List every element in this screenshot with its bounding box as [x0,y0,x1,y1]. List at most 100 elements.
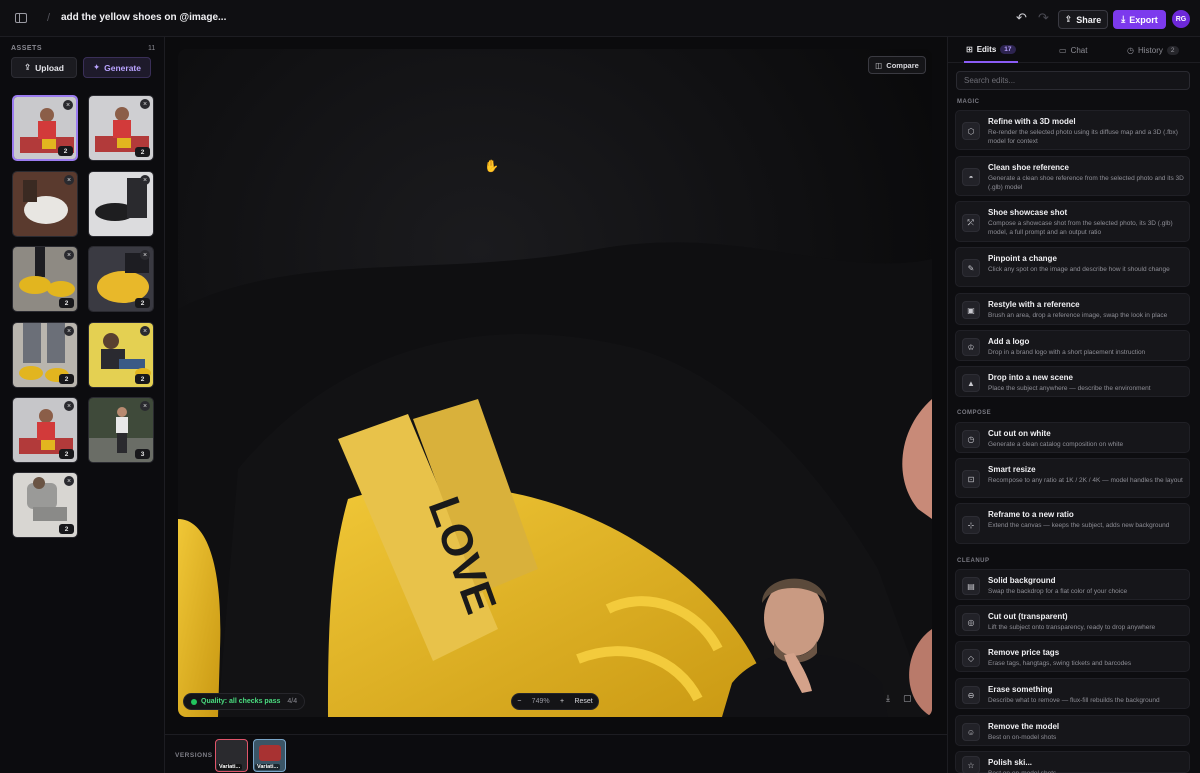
variant-count-badge: 2 [135,374,150,384]
share-button[interactable]: ⇪ Share [1058,10,1108,29]
remove-asset-icon[interactable]: × [140,401,150,411]
breadcrumb-separator: / [47,12,51,24]
edit-card[interactable]: ☆ Polish ski... Best on on-model shots [955,751,1190,773]
asset-thumbnail[interactable]: × 2 [88,95,154,161]
mountain-icon: ▲ [962,374,980,392]
quality-indicator[interactable]: Quality: all checks pass 4/4 [183,693,305,710]
version-label: Variati... [217,764,243,770]
assets-count: 11 [148,45,156,52]
generate-button[interactable]: ✦ Generate [83,57,151,78]
zoom-in-icon[interactable]: + [560,698,564,705]
edit-title: Solid background [988,576,1056,585]
edit-card[interactable]: ⊹ Reframe to a new ratio Extend the canvas… [955,503,1190,544]
edit-card[interactable]: ◓ Clean shoe reference Generate a clean sh… [955,156,1190,196]
logo-icon: ♔ [962,338,980,356]
asset-thumbnail[interactable]: × 2 [12,246,78,312]
tab-label: Chat [1070,45,1088,55]
background-icon: ▤ [962,577,980,595]
reset-zoom-button[interactable]: Reset [574,698,592,705]
asset-thumbnail[interactable]: × 2 [12,322,78,388]
upload-button[interactable]: ⇪ Upload [11,57,77,78]
versions-strip: VERSIONS Variati... Variati... [165,734,947,773]
resize-icon: ⊡ [962,470,980,488]
variant-count-badge: 2 [59,524,74,534]
edit-title: Polish ski... [988,758,1033,767]
edit-description: Extend the canvas — keeps the subject, a… [988,522,1170,529]
variant-count-badge: 2 [135,147,150,157]
edit-description: Re-render the selected photo using its d… [988,129,1178,145]
document-title[interactable]: add the yellow shoes on @image... [61,12,226,23]
edit-title: Cut out on white [988,429,1051,438]
export-button[interactable]: ⤓ Export [1113,10,1166,29]
edit-card[interactable]: ◷ Cut out on white Generate a clean catalo… [955,422,1190,453]
asset-thumbnail[interactable]: × 2 [88,246,154,312]
shoe-icon: ◓ [962,168,980,186]
asset-thumbnail[interactable]: × 2 [88,322,154,388]
edit-card[interactable]: ▲ Drop into a new scene Place the subject … [955,366,1190,397]
edit-card[interactable]: ⬡ Refine with a 3D model Re-render the sel… [955,110,1190,150]
asset-thumbnail[interactable]: × 2 [12,397,78,463]
quality-text: Quality: all checks pass [201,698,281,705]
remove-asset-icon[interactable]: × [64,326,74,336]
edit-description: Drop in a brand logo with a short placem… [988,349,1146,356]
image-icon: ▣ [962,301,980,319]
edit-card[interactable]: ◇ Remove price tags Erase tags, hangtags, … [955,641,1190,672]
edit-card[interactable]: ⊡ Smart resize Recompose to any ratio at 1… [955,458,1190,498]
edit-description: Recompose to any ratio at 1K / 2K / 4K —… [988,477,1183,484]
redo-icon[interactable]: ↷ [1038,10,1049,26]
reframe-icon: ⊹ [962,516,980,534]
variant-count-badge: 2 [59,298,74,308]
remove-asset-icon[interactable]: × [64,401,74,411]
edit-description: Erase tags, hangtags, swing tickets and … [988,660,1132,667]
edit-card[interactable]: ⊖ Erase something Describe what to remove … [955,678,1190,709]
compare-label: Compare [886,60,919,70]
edit-card[interactable]: ⤱ Shoe showcase shot Compose a showcase sh… [955,201,1190,242]
remove-asset-icon[interactable]: × [64,175,74,185]
search-edits-input[interactable] [956,71,1190,90]
version-thumb[interactable]: Variati... [253,739,286,772]
hand-cursor-icon: ✋ [484,159,499,173]
edit-card[interactable]: ▣ Restyle with a reference Brush an area, … [955,293,1190,325]
person-icon: ☺ [962,723,980,741]
tab-edits[interactable]: ⊞ Edits 17 [964,37,1018,63]
edit-card[interactable]: ☺ Remove the model Best on on-model shots [955,715,1190,746]
remove-asset-icon[interactable]: × [140,250,150,260]
remove-asset-icon[interactable]: × [140,175,150,185]
version-thumb[interactable]: Variati... [215,739,248,772]
asset-thumbnail[interactable]: × [12,171,78,237]
sidebar-toggle-icon[interactable] [15,13,27,23]
section-title: COMPOSE [957,410,992,416]
variant-count-badge: 2 [59,374,74,384]
user-avatar[interactable]: RG [1172,10,1190,28]
edit-title: Restyle with a reference [988,300,1080,309]
undo-icon[interactable]: ↶ [1016,10,1027,26]
assets-header: ASSETS [11,45,43,52]
asset-thumbnail[interactable]: × 3 [88,397,154,463]
remove-asset-icon[interactable]: × [64,476,74,486]
asset-thumbnail[interactable]: × 2 [12,95,78,161]
remove-asset-icon[interactable]: × [140,326,150,336]
asset-thumbnail[interactable]: × 2 [12,472,78,538]
asset-thumbnail[interactable]: × [88,171,154,237]
remove-asset-icon[interactable]: × [63,100,73,110]
edit-card[interactable]: ♔ Add a logo Drop in a brand logo with a s… [955,330,1190,361]
section-title: MAGIC [957,99,980,105]
remove-asset-icon[interactable]: × [140,99,150,109]
quality-count: 4/4 [287,698,298,705]
compare-button[interactable]: ◫ Compare [868,56,926,74]
zoom-out-icon[interactable]: − [517,698,521,705]
download-image-icon[interactable]: ⤓ [886,693,890,704]
edit-card[interactable]: ▤ Solid background Swap the backdrop for a… [955,569,1190,600]
tab-history[interactable]: ◷ History 2 [1127,37,1179,63]
copy-icon[interactable]: ▢ [903,693,912,704]
section-title: CLEANUP [957,558,990,564]
variant-count-badge: 2 [58,146,73,156]
pencil-icon: ✎ [962,259,980,277]
edit-card[interactable]: ◎ Cut out (transparent) Lift the subject o… [955,605,1190,636]
edit-card[interactable]: ✎ Pinpoint a change Click any spot on the … [955,247,1190,287]
edit-title: Clean shoe reference [988,163,1069,172]
edit-description: Swap the backdrop for a flat color of yo… [988,588,1128,595]
tab-label: Edits [976,44,997,54]
remove-asset-icon[interactable]: × [64,250,74,260]
tab-chat[interactable]: ▭ Chat [1059,37,1087,63]
